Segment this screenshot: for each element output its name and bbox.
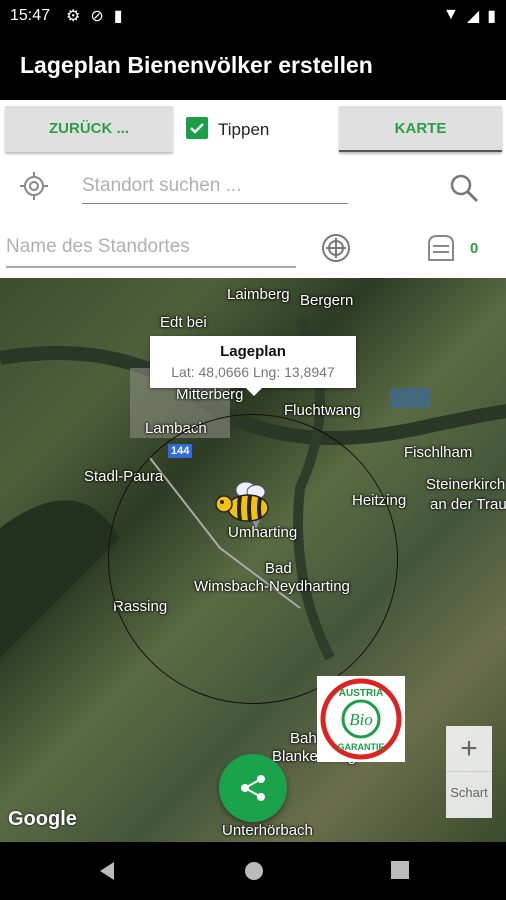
no-disturb-icon: ⊘	[90, 8, 104, 25]
map-scale-label: Schart	[450, 785, 488, 800]
radius-circle	[108, 414, 398, 704]
map-label-fischlham: Fischlham	[404, 444, 473, 461]
map-label-edt: Edt bei	[160, 314, 207, 331]
map-label-mitterberg: Mitterberg	[176, 386, 244, 403]
svg-text:AUSTRIA: AUSTRIA	[339, 688, 383, 699]
status-icons-right: ▼ ◢ ▮	[443, 6, 496, 26]
location-name-input[interactable]: Name des Standortes	[6, 234, 296, 268]
map-button[interactable]: KARTE	[339, 106, 502, 152]
check-icon	[190, 123, 204, 134]
svg-text:GARANTIE: GARANTIE	[338, 742, 385, 752]
navigation-bar	[0, 842, 506, 900]
tippen-label: Tippen	[218, 120, 270, 139]
home-nav-icon[interactable]	[243, 860, 265, 882]
wifi-icon: ▼	[443, 6, 459, 23]
map-label-fluchtwang: Fluchtwang	[284, 402, 361, 419]
share-button[interactable]	[219, 754, 287, 822]
my-location-icon[interactable]	[18, 170, 50, 202]
crosshair-icon[interactable]	[320, 232, 352, 264]
google-logo: Google	[8, 808, 77, 830]
bee-marker-icon[interactable]	[210, 478, 272, 530]
search-input[interactable]: Standort suchen ...	[82, 172, 348, 204]
status-bar: 15:47 ⚙ ⊘ ▮ ▼ ◢ ▮	[0, 0, 506, 32]
signal-icon: ◢	[466, 8, 480, 25]
map-label-bergern: Bergern	[300, 292, 354, 309]
recents-nav-icon[interactable]	[390, 860, 410, 880]
back-button[interactable]: ZURÜCK ...	[5, 106, 173, 152]
map-label-unterhoerbach: Unterhörbach	[222, 822, 313, 839]
zoom-controls: + Schart	[446, 726, 492, 818]
back-nav-icon[interactable]	[96, 860, 116, 882]
beehive-icon[interactable]	[423, 230, 457, 264]
battery-icon: ▮	[487, 8, 496, 25]
status-icons-left: ⚙ ⊘ ▮	[66, 6, 123, 26]
bio-logo-image: Bio AUSTRIA GARANTIE	[320, 678, 402, 760]
zoom-in-button[interactable]: +	[446, 726, 492, 772]
control-panel: ZURÜCK ... Tippen KARTE Standort suchen …	[0, 100, 506, 278]
info-title: Lageplan	[220, 343, 286, 360]
search-icon[interactable]	[448, 172, 480, 204]
info-coordinates: Lat: 48,0666 Lng: 13,8947	[171, 364, 335, 380]
share-icon	[241, 775, 265, 801]
map-label-trau: an der Trau	[430, 496, 506, 513]
svg-text:Bio: Bio	[349, 710, 373, 729]
map-label-steinerkirch: Steinerkirch	[426, 476, 506, 493]
page-title: Lageplan Bienenvölker erstellen	[20, 52, 373, 78]
tippen-checkbox[interactable]	[186, 117, 208, 139]
marker-info-window[interactable]: Lageplan Lat: 48,0666 Lng: 13,8947	[150, 336, 356, 396]
map-label-laimberg: Laimberg	[227, 286, 290, 303]
austria-bio-garantie-logo: Bio AUSTRIA GARANTIE	[317, 676, 405, 762]
hive-count: 0	[470, 240, 479, 257]
status-time: 15:47	[10, 7, 51, 24]
app-bar: Lageplan Bienenvölker erstellen	[0, 32, 506, 100]
gear-icon: ⚙	[66, 8, 81, 25]
sd-card-icon: ▮	[113, 8, 123, 25]
